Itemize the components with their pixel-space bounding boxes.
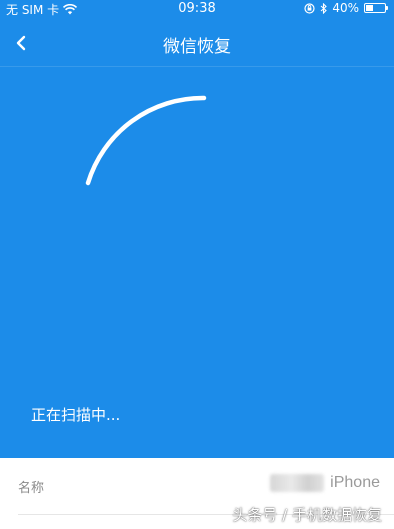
redacted-device-name [270, 474, 325, 492]
device-name-value-wrap: iPhone [270, 474, 380, 492]
page-title: 微信恢复 [163, 37, 231, 57]
main-blue-panel [0, 0, 394, 458]
device-name-label: 名称 [18, 481, 45, 496]
scanning-progress-arc [85, 95, 207, 186]
nav-divider [0, 66, 394, 67]
scanning-status-text: 正在扫描中... [31, 406, 121, 424]
status-right: 40% [304, 1, 388, 15]
watermark-text: 头条号 / 手机数据恢复 [232, 506, 382, 524]
bluetooth-icon [320, 2, 328, 14]
battery-percent: 40% [332, 1, 359, 15]
device-name-value: iPhone [330, 474, 380, 491]
status-bar: 无 SIM 卡 09:38 40% [0, 0, 394, 18]
battery-level-fill [366, 5, 374, 11]
battery-icon [364, 3, 388, 13]
rotation-lock-icon [304, 2, 315, 14]
nav-bar: 微信恢复 [0, 22, 394, 64]
